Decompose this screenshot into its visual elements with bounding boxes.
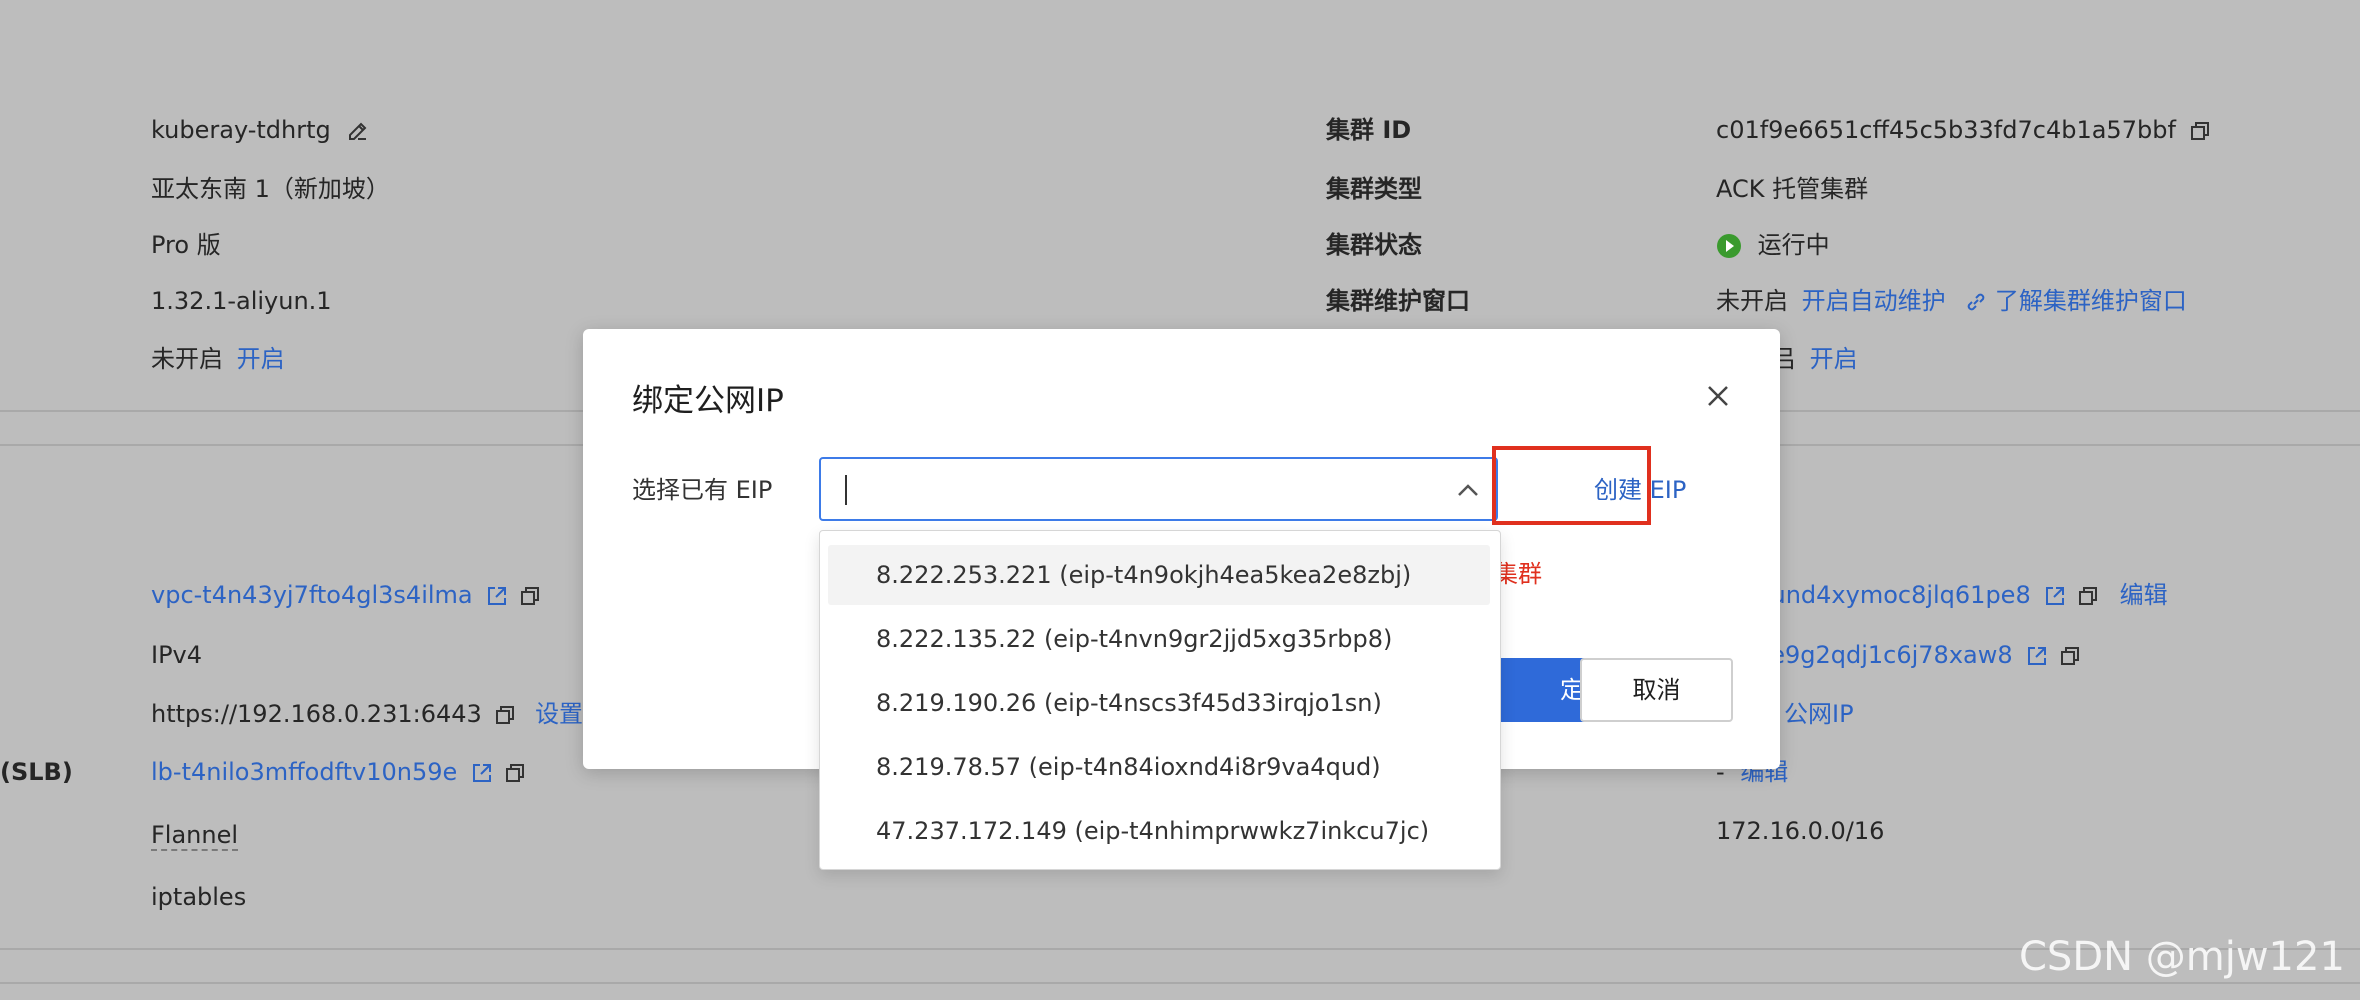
confirm-button-label: 定 (1560, 676, 1584, 704)
external-link-icon[interactable] (486, 585, 508, 607)
eip-select-label: 选择已有 EIP (632, 476, 773, 504)
network-plugin-row: Flannel (151, 820, 239, 851)
external-link-icon[interactable] (2044, 585, 2066, 607)
eip-option[interactable]: 8.219.190.26 (eip-t4nscs3f45d33irqjo1sn) (828, 673, 1490, 733)
cluster-name-row: kuberay-tdhrtg (151, 115, 370, 145)
create-eip-link[interactable]: 创建 EIP (1594, 475, 1686, 505)
cancel-button[interactable]: 取消 (1580, 658, 1733, 722)
network-plugin-value[interactable]: Flannel (151, 821, 239, 851)
copy-icon[interactable] (2078, 586, 2098, 606)
external-link-icon[interactable] (2026, 645, 2048, 667)
eip-option[interactable]: 47.237.172.149 (eip-t4nhimprwwkz7inkcu7j… (828, 801, 1490, 861)
link-icon (1968, 293, 1985, 311)
external-link-icon[interactable] (471, 762, 493, 784)
text-cursor (845, 475, 847, 505)
bind-public-ip-link[interactable]: 公网IP (1784, 699, 1854, 729)
maintenance-window-label: 集群维护窗口 (1326, 287, 1470, 315)
version-value: 1.32.1-aliyun.1 (151, 287, 332, 315)
vpc-link[interactable]: vpc-t4n43yj7fto4gl3s4ilma (151, 581, 473, 609)
slb-label-fragment: (SLB) (0, 758, 73, 786)
copy-icon[interactable] (495, 705, 515, 725)
api-server-value: https://192.168.0.231:6443 (151, 700, 482, 728)
copy-icon[interactable] (2190, 121, 2210, 141)
watermark: CSDN @mjw121 (2019, 934, 2345, 980)
maintenance-status: 未开启 (1716, 287, 1788, 315)
vswitch1-edit-link[interactable]: 编辑 (2120, 581, 2168, 609)
copy-icon[interactable] (520, 586, 540, 606)
maintenance-learn-link[interactable]: 了解集群维护窗口 (1995, 287, 2187, 315)
eip-select-input[interactable] (819, 457, 1498, 521)
section-divider (0, 948, 2360, 950)
cluster-id-label: 集群 ID (1326, 116, 1412, 144)
cluster-id-value: c01f9e6651cff45c5b33fd7c4b1a57bbf (1716, 116, 2176, 144)
chevron-up-icon[interactable] (1454, 477, 1482, 505)
edition-value: Pro 版 (151, 231, 221, 259)
cluster-id-row: c01f9e6651cff45c5b33fd7c4b1a57bbf (1716, 115, 2210, 145)
cluster-status-row: 运行中 (1716, 230, 1830, 260)
feature-enable-link[interactable]: 开启 (237, 345, 285, 373)
cluster-type-label: 集群类型 (1326, 175, 1422, 203)
vswitch1-row: 4nund4xymoc8jlq61pe8 编辑 (1740, 580, 2168, 610)
cluster-status-value: 运行中 (1757, 231, 1830, 259)
dialog-title: 绑定公网IP (632, 383, 784, 419)
status-running-icon (1717, 234, 1741, 258)
eip-option[interactable]: 8.222.253.221 (eip-t4n9okjh4ea5kea2e8zbj… (828, 545, 1490, 605)
vpc-row: vpc-t4n43yj7fto4gl3s4ilma (151, 580, 540, 610)
cluster-status-label: 集群状态 (1326, 231, 1422, 259)
maintenance-enable-link[interactable]: 开启自动维护 (1802, 287, 1946, 315)
copy-icon[interactable] (505, 763, 525, 783)
close-icon[interactable] (1700, 378, 1736, 414)
maintenance-row: 未开启 开启自动维护 了解集群维护窗口 (1716, 286, 2187, 316)
copy-icon[interactable] (2060, 646, 2080, 666)
warning-text-fragment: 集群 (1494, 560, 1542, 588)
slb-link[interactable]: lb-t4nilo3mffodftv10n59e (151, 758, 457, 786)
row5-right: 吕 开启 (1772, 344, 1858, 374)
slb-row: lb-t4nilo3mffodftv10n59e (151, 757, 525, 787)
proxy-mode-value: iptables (151, 883, 247, 911)
api-server-row: https://192.168.0.231:6443 设置访 (151, 699, 607, 729)
vswitch2-link[interactable]: ne9g2qdj1c6j78xaw8 (1755, 641, 2013, 669)
region-value: 亚太东南 1（新加坡） (151, 175, 390, 203)
pod-cidr-value: 172.16.0.0/16 (1716, 817, 1885, 845)
vswitch1-link[interactable]: 4nund4xymoc8jlq61pe8 (1740, 581, 2031, 609)
eip-dropdown-menu: 8.222.253.221 (eip-t4n9okjh4ea5kea2e8zbj… (819, 530, 1501, 870)
row5-enable-link[interactable]: 开启 (1810, 345, 1858, 373)
feature-status: 未开启 (151, 345, 223, 373)
ip-stack-value: IPv4 (151, 641, 203, 669)
cluster-name: kuberay-tdhrtg (151, 116, 331, 144)
feature-row: 未开启 开启 (151, 344, 285, 374)
cluster-type-value: ACK 托管集群 (1716, 175, 1869, 203)
eip-option[interactable]: 8.219.78.57 (eip-t4n84ioxnd4i8r9va4qud) (828, 737, 1490, 797)
section-divider (0, 982, 2360, 984)
eip-option[interactable]: 8.222.135.22 (eip-t4nvn9gr2jjd5xg35rbp8) (828, 609, 1490, 669)
edit-icon[interactable] (346, 119, 370, 143)
vswitch2-row: ne9g2qdj1c6j78xaw8 (1755, 640, 2080, 670)
